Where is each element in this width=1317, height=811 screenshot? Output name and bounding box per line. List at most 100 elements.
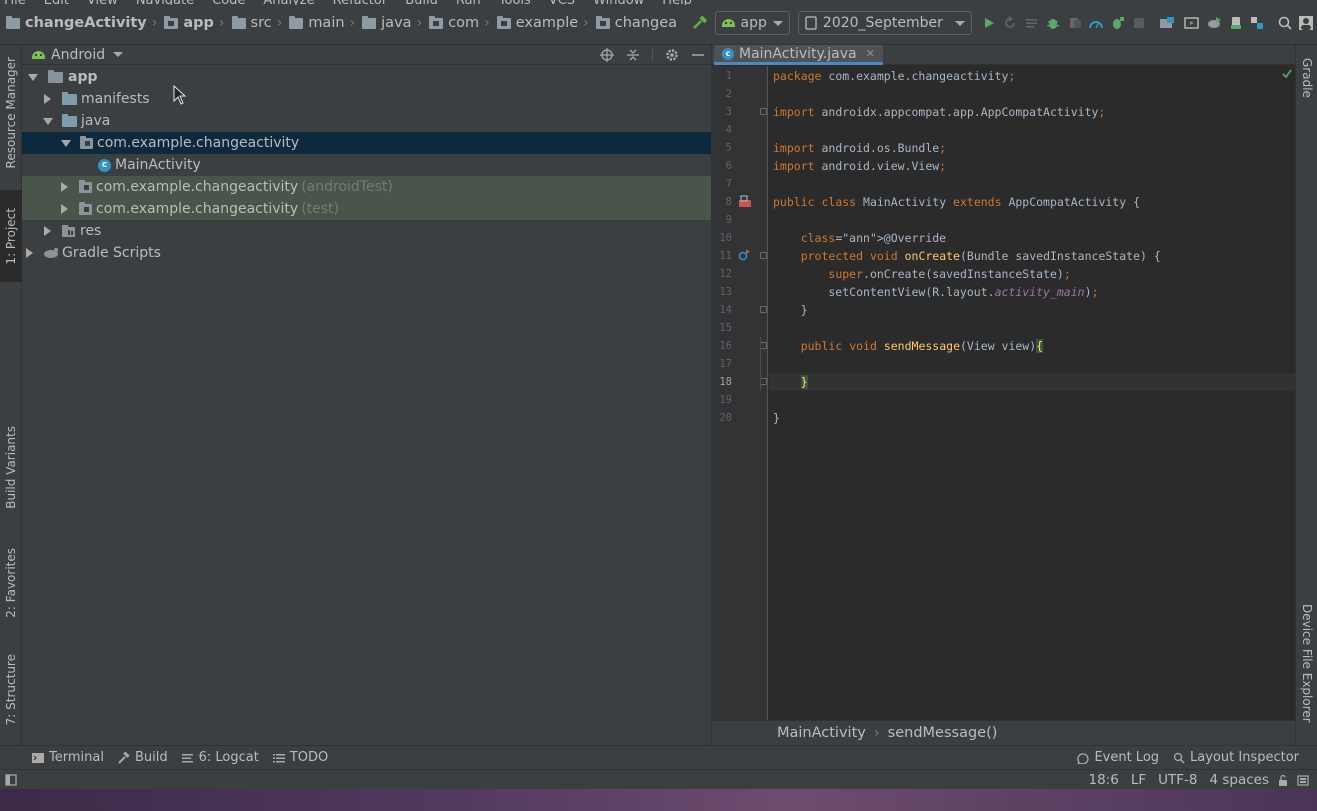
gear-icon[interactable] — [665, 48, 679, 62]
code-line[interactable] — [769, 211, 1296, 229]
tree-row-package-test[interactable]: com.example.changeactivity (test) — [22, 198, 711, 220]
expand-arrow-icon[interactable] — [43, 117, 53, 125]
code-line[interactable] — [769, 391, 1296, 409]
breadcrumb-item-changea[interactable]: changea — [590, 8, 681, 38]
breadcrumb-item-project[interactable]: changeActivity — [0, 8, 151, 38]
todo-tab[interactable]: TODO — [272, 750, 328, 765]
code-line[interactable]: setContentView(R.layout.activity_main); — [769, 283, 1296, 301]
fold-marker-icon[interactable] — [760, 306, 767, 313]
structure-tab[interactable]: 7: Structure — [0, 645, 22, 735]
overrides-method-icon[interactable] — [738, 249, 750, 265]
tree-row-app[interactable]: app — [22, 66, 711, 88]
profiler-gauge-icon[interactable] — [1086, 10, 1108, 36]
debug-icon[interactable] — [1043, 10, 1065, 36]
breadcrumb-item-com[interactable]: com — [423, 8, 483, 38]
menu-item-refactor[interactable]: Refactor — [333, 0, 388, 5]
sync-gradle-icon[interactable] — [1203, 10, 1225, 36]
apply-code-changes-icon[interactable] — [1021, 10, 1043, 36]
breadcrumb-item-example[interactable]: example — [491, 8, 582, 38]
lock-icon[interactable] — [1277, 774, 1289, 786]
memory-indicator-icon[interactable] — [1297, 774, 1309, 786]
locate-file-icon[interactable] — [600, 48, 614, 62]
code-line[interactable]: public class MainActivity extends AppCom… — [769, 193, 1296, 211]
tree-row-package-androidtest[interactable]: com.example.changeactivity (androidTest) — [22, 176, 711, 198]
run-config-dropdown[interactable]: app — [714, 11, 790, 35]
breadcrumb-item-java[interactable]: java — [356, 8, 415, 38]
code-line[interactable]: } — [769, 301, 1296, 319]
code-line[interactable] — [769, 85, 1296, 103]
code-line[interactable] — [769, 355, 1296, 373]
related-layout-icon[interactable] — [738, 195, 752, 212]
avd-manager-icon[interactable] — [1182, 10, 1204, 36]
expand-arrow-icon[interactable] — [61, 139, 71, 147]
code-line[interactable]: import androidx.appcompat.app.AppCompatA… — [769, 103, 1296, 121]
collapse-arrow-icon[interactable] — [61, 182, 68, 192]
collapse-arrow-icon[interactable] — [44, 94, 51, 104]
sdk-manager-icon[interactable] — [1225, 10, 1247, 36]
logcat-tab[interactable]: 6: Logcat — [181, 750, 259, 765]
code-line[interactable]: public void sendMessage(View view){ — [769, 337, 1296, 355]
close-icon[interactable]: ✕ — [866, 47, 875, 60]
code-line[interactable] — [769, 319, 1296, 337]
indent-setting[interactable]: 4 spaces — [1209, 772, 1269, 788]
expand-arrow-icon[interactable] — [28, 73, 38, 81]
tree-row-gradle-scripts[interactable]: Gradle Scripts — [22, 242, 711, 264]
editor-tab-mainactivity[interactable]: c MainActivity.java ✕ — [714, 45, 883, 65]
caret-position[interactable]: 18:6 — [1088, 772, 1118, 788]
apply-changes-icon[interactable] — [999, 10, 1021, 36]
toggle-tool-windows-icon[interactable] — [5, 773, 17, 786]
collapse-all-icon[interactable] — [626, 48, 640, 62]
code-line[interactable] — [769, 121, 1296, 139]
collapse-arrow-icon[interactable] — [26, 248, 33, 258]
terminal-tab[interactable]: Terminal — [32, 750, 104, 765]
device-file-explorer-tab[interactable]: Device File Explorer — [1296, 593, 1317, 733]
code-line[interactable]: import android.view.View; — [769, 157, 1296, 175]
code-line[interactable]: package com.example.changeactivity; — [769, 67, 1296, 85]
menu-item-vcs[interactable]: VCS — [549, 0, 575, 5]
chevron-down-icon[interactable] — [113, 52, 124, 57]
fold-marker-icon[interactable] — [760, 378, 767, 385]
line-separator[interactable]: LF — [1131, 772, 1146, 788]
tree-row-res[interactable]: res — [22, 220, 711, 242]
tree-row-mainactivity[interactable]: c MainActivity — [22, 154, 711, 176]
attach-debugger-icon[interactable] — [1107, 10, 1129, 36]
favorites-tab[interactable]: 2: Favorites — [0, 535, 22, 630]
profile-icon[interactable] — [1064, 10, 1086, 36]
stop-icon[interactable] — [1129, 10, 1151, 36]
fold-marker-icon[interactable] — [760, 252, 767, 259]
menu-item-view[interactable]: View — [87, 0, 118, 5]
build-variants-tab[interactable]: Build Variants — [0, 415, 22, 520]
layout-inspector-tab[interactable]: Layout Inspector — [1173, 750, 1299, 765]
breadcrumb-method[interactable]: sendMessage() — [888, 725, 998, 741]
breadcrumb-item-main[interactable]: main — [283, 8, 348, 38]
device-dropdown[interactable]: 2020_September — [797, 11, 972, 35]
fold-marker-icon[interactable] — [760, 342, 767, 349]
tree-row-java[interactable]: java — [22, 110, 711, 132]
resource-manager-icon[interactable] — [1246, 10, 1268, 36]
menu-item-code[interactable]: Code — [212, 0, 245, 5]
menu-item-file[interactable]: File — [4, 0, 26, 5]
run-icon[interactable] — [978, 10, 1000, 36]
collapse-arrow-icon[interactable] — [61, 204, 68, 214]
event-log-tab[interactable]: Event Log — [1077, 750, 1159, 765]
tree-row-package-main[interactable]: com.example.changeactivity — [22, 132, 711, 154]
menu-item-edit[interactable]: Edit — [44, 0, 69, 5]
tree-row-manifests[interactable]: manifests — [22, 88, 711, 110]
project-tab[interactable]: 1: Project — [0, 190, 22, 282]
breadcrumb-item-app[interactable]: app — [158, 8, 218, 38]
code-line[interactable]: import android.os.Bundle; — [769, 139, 1296, 157]
code-line[interactable]: } — [769, 409, 1296, 427]
code-area[interactable]: package com.example.changeactivity; impor… — [760, 66, 1296, 720]
resource-manager-tab[interactable]: Resource Manager — [0, 45, 22, 180]
minimize-icon[interactable] — [691, 48, 705, 62]
menu-item-analyze[interactable]: Analyze — [263, 0, 314, 5]
menu-item-help[interactable]: Help — [662, 0, 692, 5]
menu-item-run[interactable]: Run — [456, 0, 481, 5]
breadcrumb-item-src[interactable]: src — [226, 8, 276, 38]
menu-item-build[interactable]: Build — [405, 0, 438, 5]
build-hammer-icon[interactable] — [689, 10, 711, 36]
file-encoding[interactable]: UTF-8 — [1158, 772, 1197, 788]
menu-item-window[interactable]: Window — [593, 0, 644, 5]
code-line[interactable]: } — [769, 373, 1296, 391]
menu-item-tools[interactable]: Tools — [499, 0, 531, 5]
